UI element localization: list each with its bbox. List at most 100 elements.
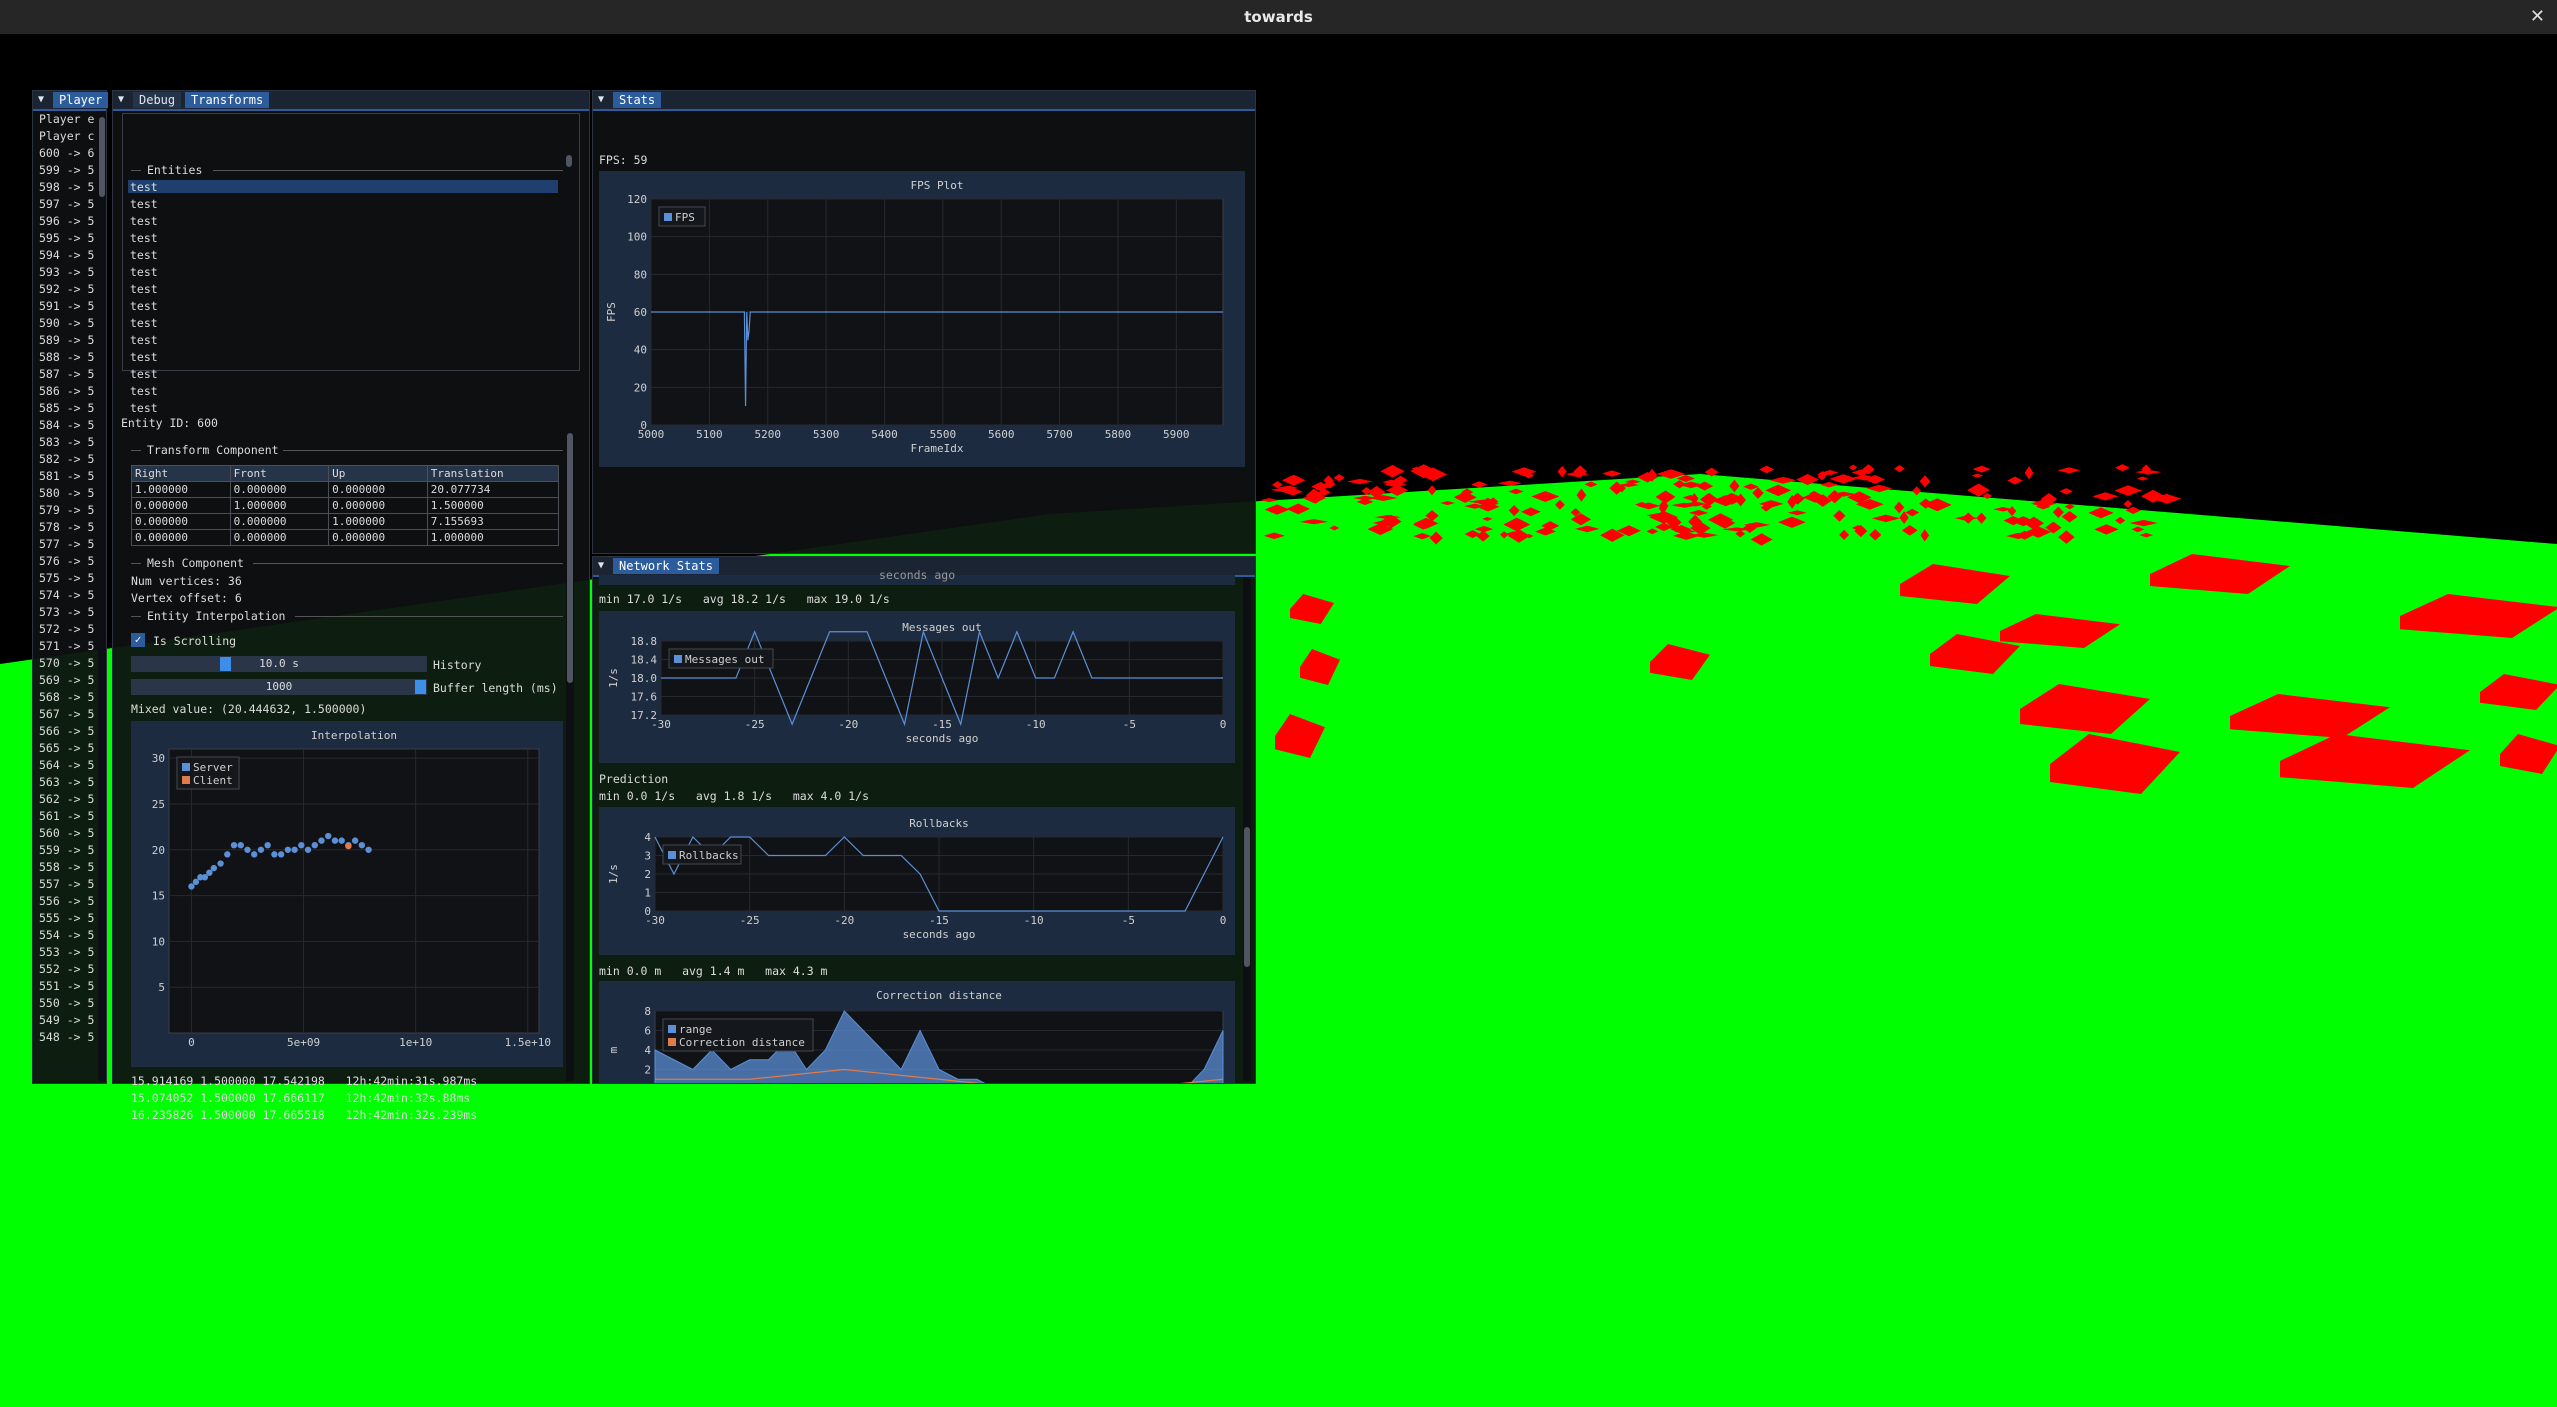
list-item[interactable]: 554 -> 5 [39, 929, 94, 941]
list-item[interactable]: 578 -> 5 [39, 521, 94, 533]
list-item[interactable]: 571 -> 5 [39, 640, 94, 652]
rollbacks-chart[interactable]: Rollbacks43210-30 -25 -20 -15 -10 -5 0seconds … [599, 807, 1235, 955]
list-item[interactable]: 593 -> 5 [39, 266, 94, 278]
list-item[interactable]: 567 -> 5 [39, 708, 94, 720]
list-item[interactable]: 599 -> 5 [39, 164, 94, 176]
list-item[interactable]: 598 -> 5 [39, 181, 94, 193]
list-item[interactable]: 600 -> 6 [39, 147, 94, 159]
tab-network-stats[interactable]: Network Stats [613, 558, 719, 574]
player-scrollbar[interactable] [98, 115, 106, 1081]
entities-scroll-thumb[interactable] [566, 155, 572, 167]
entity-item[interactable]: test [130, 198, 158, 210]
entity-item[interactable]: test [130, 283, 158, 295]
interpolation-chart[interactable]: Interpolation 30 25 20 15 10 5 0 5e+09 1e+10 1.5e+… [131, 721, 563, 1067]
list-item[interactable]: 585 -> 5 [39, 402, 94, 414]
list-item[interactable]: 565 -> 5 [39, 742, 94, 754]
list-item[interactable]: Player c [39, 130, 94, 142]
list-item[interactable]: 591 -> 5 [39, 300, 94, 312]
entities-scrollbar[interactable] [565, 153, 573, 367]
entity-item[interactable]: test [130, 232, 158, 244]
close-icon[interactable]: ✕ [2530, 6, 2545, 27]
list-item[interactable]: 564 -> 5 [39, 759, 94, 771]
list-item[interactable]: 549 -> 5 [39, 1014, 94, 1026]
list-item[interactable]: 581 -> 5 [39, 470, 94, 482]
player-scroll-thumb[interactable] [99, 117, 105, 197]
network-scroll-thumb[interactable] [1244, 827, 1250, 967]
entity-item[interactable]: test [130, 334, 158, 346]
tab-transforms[interactable]: Transforms [185, 92, 270, 108]
list-item[interactable]: 596 -> 5 [39, 215, 94, 227]
list-item[interactable]: 584 -> 5 [39, 419, 94, 431]
game-viewport[interactable]: ▼ Player Player e Player c 600 -> 6 599 -> … [0, 34, 2557, 1407]
list-item[interactable]: 588 -> 5 [39, 351, 94, 363]
list-item[interactable]: 557 -> 5 [39, 878, 94, 890]
list-item[interactable]: 590 -> 5 [39, 317, 94, 329]
tab-player[interactable]: Player [53, 92, 109, 108]
list-item[interactable]: 568 -> 5 [39, 691, 94, 703]
collapse-arrow-icon[interactable]: ▼ [594, 93, 608, 107]
debug-scroll-thumb[interactable] [567, 433, 573, 683]
history-slider[interactable]: 10.0 s [131, 656, 427, 672]
list-item[interactable]: 576 -> 5 [39, 555, 94, 567]
x-tick-label: 5600 [988, 428, 1015, 441]
list-item[interactable]: 548 -> 5 [39, 1031, 94, 1043]
list-item[interactable]: 561 -> 5 [39, 810, 94, 822]
list-item[interactable]: 595 -> 5 [39, 232, 94, 244]
list-item[interactable]: 589 -> 5 [39, 334, 94, 346]
tab-stats[interactable]: Stats [613, 92, 662, 108]
entity-item[interactable]: test [130, 351, 158, 363]
list-item[interactable]: 558 -> 5 [39, 861, 94, 873]
list-item[interactable]: 559 -> 5 [39, 844, 94, 856]
list-item[interactable]: 582 -> 5 [39, 453, 94, 465]
collapse-arrow-icon[interactable]: ▼ [34, 93, 48, 107]
debug-scrollbar[interactable] [566, 431, 574, 1081]
list-item[interactable]: 592 -> 5 [39, 283, 94, 295]
tab-debug[interactable]: Debug [133, 92, 182, 108]
list-item[interactable]: 594 -> 5 [39, 249, 94, 261]
list-item[interactable]: 563 -> 5 [39, 776, 94, 788]
entity-item[interactable]: test [130, 300, 158, 312]
list-item[interactable]: 552 -> 5 [39, 963, 94, 975]
list-item[interactable]: 579 -> 5 [39, 504, 94, 516]
entity-item[interactable]: test [130, 249, 158, 261]
entity-item[interactable]: test [130, 181, 158, 193]
list-item[interactable]: 555 -> 5 [39, 912, 94, 924]
list-item[interactable]: 556 -> 5 [39, 895, 94, 907]
list-item[interactable]: 553 -> 5 [39, 946, 94, 958]
collapse-arrow-icon[interactable]: ▼ [594, 559, 608, 573]
list-item[interactable]: 580 -> 5 [39, 487, 94, 499]
list-item[interactable]: 573 -> 5 [39, 606, 94, 618]
list-item[interactable]: 574 -> 5 [39, 589, 94, 601]
entity-item[interactable]: test [130, 266, 158, 278]
list-item[interactable]: 572 -> 5 [39, 623, 94, 635]
fps-chart[interactable]: FPS Plot1201008060402005000 5100 5200 5300 5… [599, 171, 1245, 467]
list-item[interactable]: 575 -> 5 [39, 572, 94, 584]
buffer-length-slider[interactable]: 1000 [131, 679, 427, 695]
entity-item[interactable]: test [130, 402, 158, 414]
list-item[interactable]: 586 -> 5 [39, 385, 94, 397]
plot-area[interactable] [168, 748, 540, 1034]
list-item[interactable]: 587 -> 5 [39, 368, 94, 380]
list-item[interactable]: 562 -> 5 [39, 793, 94, 805]
list-item[interactable]: 569 -> 5 [39, 674, 94, 686]
list-item[interactable]: 597 -> 5 [39, 198, 94, 210]
list-item[interactable]: Player e [39, 113, 94, 125]
list-item[interactable]: 566 -> 5 [39, 725, 94, 737]
list-item[interactable]: 577 -> 5 [39, 538, 94, 550]
is-scrolling-checkbox[interactable]: ✓ [131, 633, 145, 647]
y-tick-label: 8 [644, 1005, 651, 1018]
entity-item[interactable]: test [130, 385, 158, 397]
entity-item[interactable]: test [130, 368, 158, 380]
entity-item[interactable]: test [130, 317, 158, 329]
data-point [331, 837, 339, 844]
collapse-arrow-icon[interactable]: ▼ [114, 93, 128, 107]
entity-item[interactable]: test [130, 215, 158, 227]
correction-chart[interactable]: Correction distance86420mrangeCorrection… [599, 981, 1235, 1084]
list-item[interactable]: 583 -> 5 [39, 436, 94, 448]
messages-chart[interactable]: Messages out18.818.418.017.617.2-30 -25 -2… [599, 611, 1235, 763]
list-item[interactable]: 570 -> 5 [39, 657, 94, 669]
list-item[interactable]: 560 -> 5 [39, 827, 94, 839]
list-item[interactable]: 550 -> 5 [39, 997, 94, 1009]
list-item[interactable]: 551 -> 5 [39, 980, 94, 992]
network-scrollbar[interactable] [1243, 577, 1251, 1081]
